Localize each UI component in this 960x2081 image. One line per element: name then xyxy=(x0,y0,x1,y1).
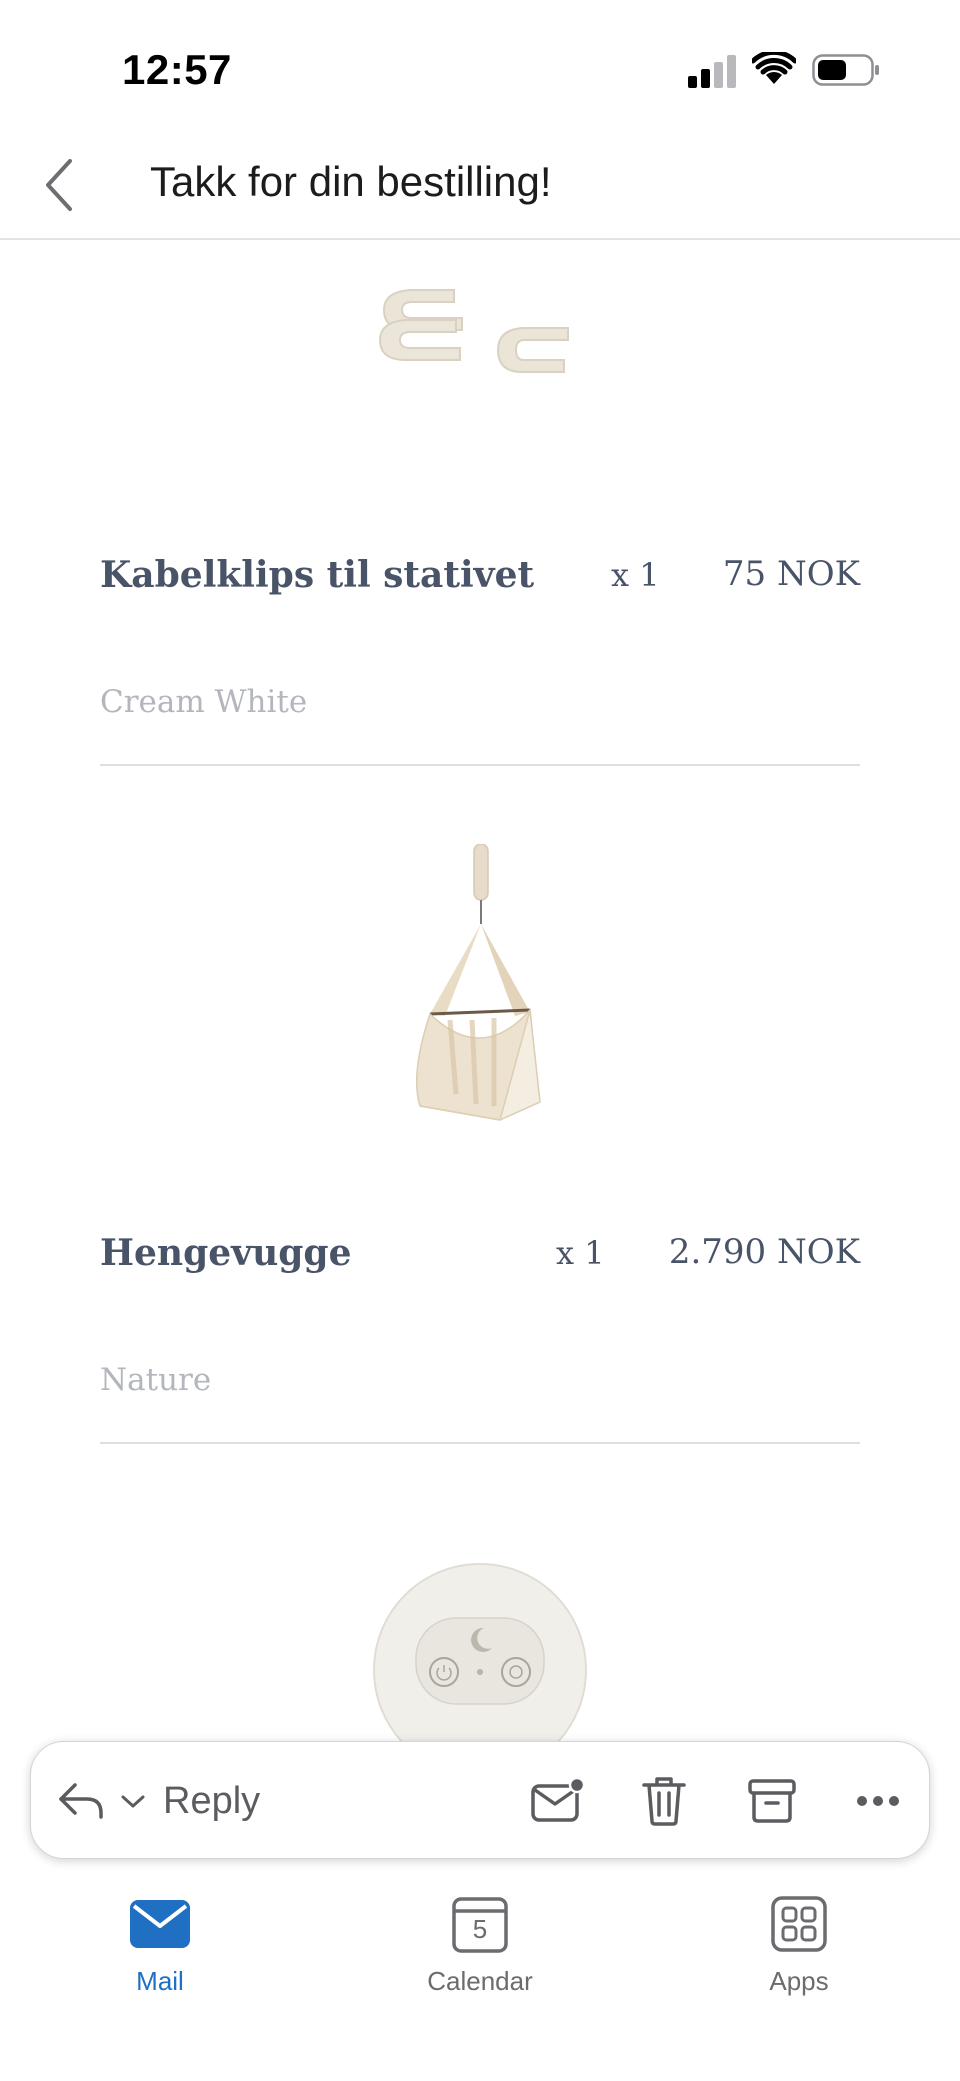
wifi-icon xyxy=(752,52,796,84)
item-name: Hengevugge xyxy=(100,1232,352,1274)
item-divider xyxy=(100,1442,860,1444)
calendar-icon: 5 xyxy=(450,1894,510,1954)
apps-grid-icon xyxy=(769,1894,829,1954)
status-bar: 12:57 xyxy=(0,0,960,130)
email-subject-title: Takk for din bestilling! xyxy=(150,158,552,205)
mail-unread-icon xyxy=(531,1776,586,1822)
calendar-day-number: 5 xyxy=(472,1914,488,1944)
item-variant: Nature xyxy=(100,1362,212,1398)
item-name: Kabelklips til stativet xyxy=(100,554,535,596)
reply-label: Reply xyxy=(163,1779,261,1822)
reply-button[interactable]: Reply xyxy=(57,1764,260,1838)
status-time: 12:57 xyxy=(122,46,232,93)
item-quantity: x 1 xyxy=(611,556,660,594)
email-body: Kabelklips til stativet x 1 75 NOK Cream… xyxy=(0,242,960,1742)
message-action-toolbar: Reply xyxy=(30,1741,930,1859)
cable-clips-product-image xyxy=(378,289,569,373)
item-quantity: x 1 xyxy=(556,1234,605,1272)
order-item-row: Hengevugge x 1 2.790 NOK xyxy=(100,1232,860,1292)
chevron-left-icon xyxy=(46,159,72,211)
item-price: 75 NOK xyxy=(722,554,860,594)
tab-label: Apps xyxy=(769,1966,829,1996)
tab-calendar[interactable]: 5 Calendar xyxy=(390,1894,570,2004)
tab-label: Calendar xyxy=(427,1966,533,1996)
tab-apps[interactable]: Apps xyxy=(709,1894,889,2004)
chevron-down-icon[interactable] xyxy=(119,1791,147,1811)
navigation-bar: Takk for din bestilling! xyxy=(0,130,960,240)
sleep-sound-device-product-image xyxy=(373,1563,587,1742)
bottom-tab-bar: Mail 5 Calendar Apps xyxy=(0,1872,960,2081)
archive-box-icon xyxy=(748,1779,796,1823)
trash-icon xyxy=(642,1777,686,1826)
delete-button[interactable] xyxy=(631,1768,697,1834)
order-item-row: Kabelklips til stativet x 1 75 NOK xyxy=(100,554,860,614)
hammock-cradle-product-image xyxy=(415,844,541,1121)
tab-label: Mail xyxy=(136,1966,184,1996)
more-horizontal-icon xyxy=(857,1796,899,1806)
back-button[interactable] xyxy=(36,154,82,216)
item-price: 2.790 NOK xyxy=(668,1232,860,1272)
archive-button[interactable] xyxy=(739,1768,805,1834)
more-options-button[interactable] xyxy=(845,1768,911,1834)
battery-icon xyxy=(812,54,879,86)
item-divider xyxy=(100,764,860,766)
tab-mail[interactable]: Mail xyxy=(70,1894,250,2004)
mark-unread-button[interactable] xyxy=(525,1768,591,1834)
mail-icon xyxy=(130,1894,190,1954)
item-variant: Cream White xyxy=(100,684,308,720)
reply-arrow-icon xyxy=(59,1783,103,1819)
cellular-signal-icon xyxy=(688,55,736,88)
